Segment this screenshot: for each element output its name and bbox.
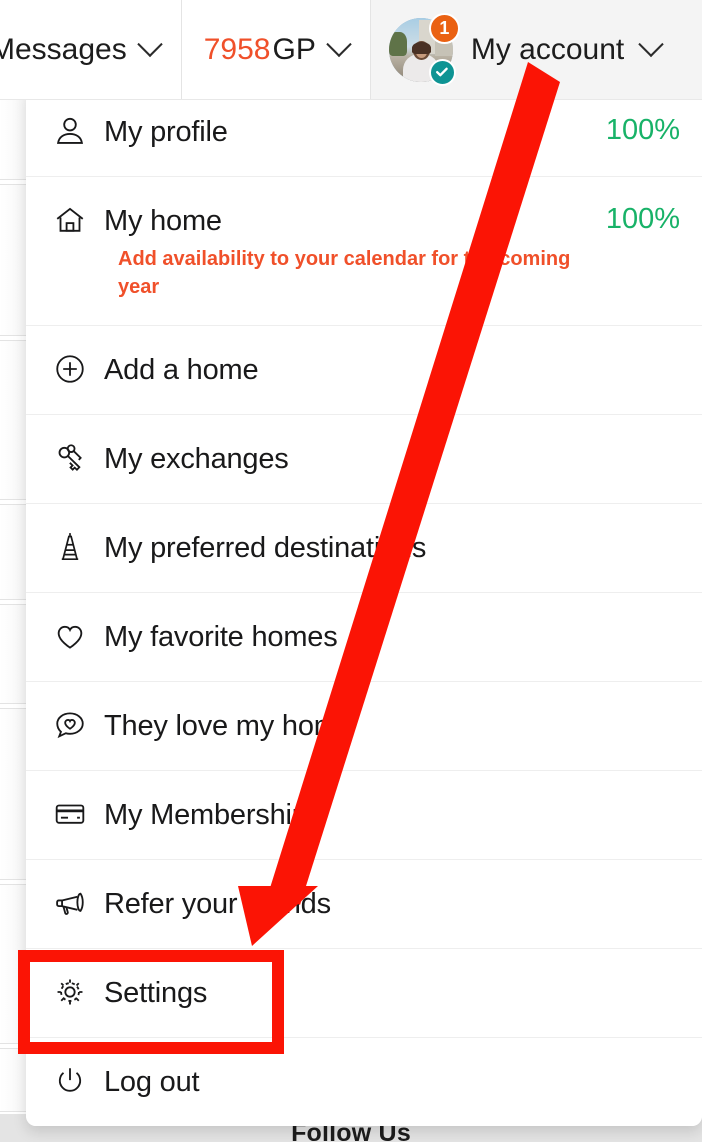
account-label: My account (470, 32, 625, 66)
home-completion-percent: 100% (605, 203, 680, 235)
menu-item-label: They love my home (104, 710, 354, 742)
chevron-down-icon (326, 31, 352, 57)
power-icon (50, 1062, 90, 1098)
menu-item-log-out[interactable]: Log out (26, 1038, 702, 1126)
menu-item-label: Settings (104, 977, 208, 1009)
menu-item-settings[interactable]: Settings (26, 949, 702, 1038)
messages-label: Messages (0, 32, 127, 66)
screen-root: Follow Us Messages 7958GP 1 My account M… (0, 0, 702, 1142)
chevron-down-icon (137, 31, 163, 57)
menu-item-label: My exchanges (104, 443, 289, 475)
menu-item-my-exchanges[interactable]: My exchanges (26, 415, 702, 504)
chevron-down-icon (638, 31, 664, 57)
account-dropdown-menu: My profile 100% My home Add availability… (26, 88, 702, 1126)
menu-item-my-profile[interactable]: My profile 100% (26, 88, 702, 177)
header-messages-menu[interactable]: Messages (0, 0, 182, 99)
menu-item-label: My favorite homes (104, 621, 338, 653)
menu-item-label: Add a home (104, 354, 259, 386)
house-icon (50, 201, 90, 237)
menu-item-my-favorite-homes[interactable]: My favorite homes (26, 593, 702, 682)
menu-item-label: My home (104, 205, 222, 237)
keys-icon (50, 439, 90, 475)
credit-card-icon (50, 795, 90, 831)
megaphone-icon (50, 884, 90, 920)
menu-item-my-membership[interactable]: My Membership (26, 771, 702, 860)
menu-item-label: My preferred destinations (104, 532, 427, 564)
verified-check-icon (428, 58, 456, 86)
heart-icon (50, 617, 90, 653)
gp-amount: 7958GP (204, 33, 316, 67)
page-background-column (0, 88, 26, 1142)
gp-value: 7958 (203, 32, 271, 66)
gp-unit: GP (272, 32, 316, 66)
menu-item-they-love-my-home[interactable]: They love my home (26, 682, 702, 771)
menu-item-label: Log out (104, 1066, 200, 1098)
user-icon (50, 112, 90, 148)
menu-item-refer-your-friends[interactable]: Refer your friends (26, 860, 702, 949)
site-header: Messages 7958GP 1 My account (0, 0, 702, 100)
menu-item-label: My profile (104, 116, 228, 148)
notification-badge: 1 (428, 12, 460, 44)
menu-item-label: Refer your friends (104, 888, 331, 920)
menu-item-label: My Membership (104, 799, 308, 831)
avatar[interactable]: 1 (388, 12, 460, 86)
chat-heart-icon (50, 706, 90, 742)
profile-completion-percent: 100% (605, 114, 680, 146)
menu-item-add-a-home[interactable]: Add a home (26, 326, 702, 415)
header-gp-menu[interactable]: 7958GP (182, 0, 371, 99)
menu-item-my-preferred-destinations[interactable]: My preferred destinations (26, 504, 702, 593)
plus-circle-icon (50, 350, 90, 386)
gear-icon (50, 973, 90, 1009)
menu-item-my-home[interactable]: My home Add availability to your calenda… (26, 177, 702, 326)
eiffel-tower-icon (50, 528, 90, 564)
header-account-menu[interactable]: 1 My account (370, 0, 702, 99)
availability-warning: Add availability to your calendar for th… (118, 248, 571, 298)
